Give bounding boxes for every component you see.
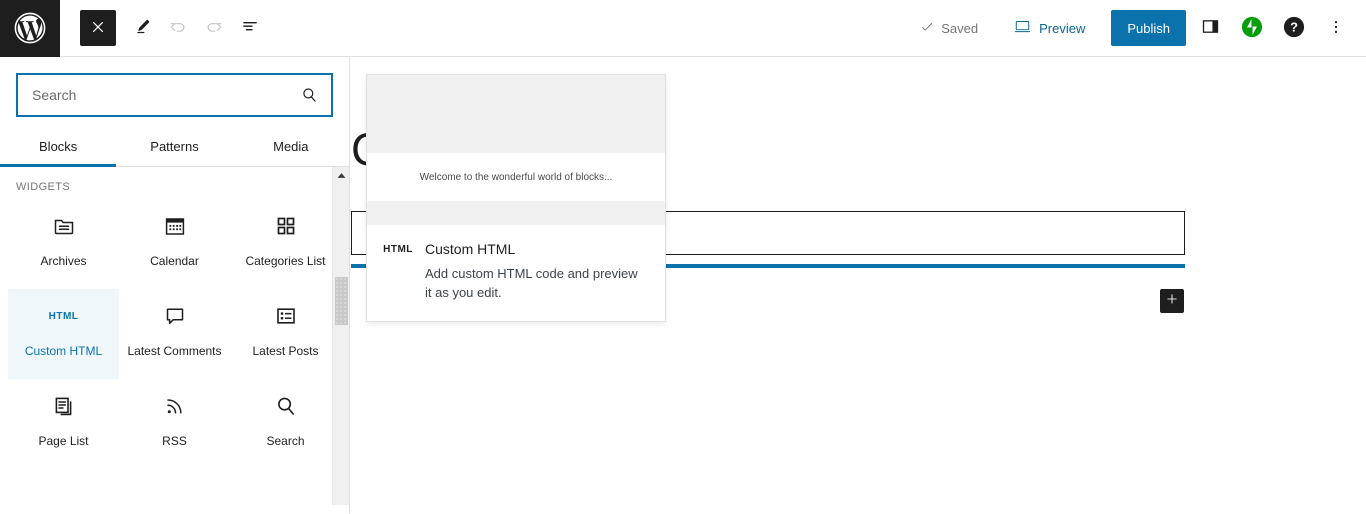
list-view-button[interactable] [232, 10, 268, 46]
block-item-categories-list[interactable]: Categories List [230, 199, 341, 289]
saved-label: Saved [941, 20, 979, 36]
preview-band-top [367, 75, 665, 153]
preview-content-row: Welcome to the wonderful world of blocks… [367, 153, 665, 201]
preview-info: HTML Custom HTML Add custom HTML code an… [367, 225, 665, 303]
editor-header: Saved Preview Publish ? [0, 0, 1366, 57]
html-text-icon: HTML [383, 244, 413, 255]
preview-text-group: Custom HTML Add custom HTML code and pre… [425, 241, 647, 303]
tab-patterns[interactable]: Patterns [116, 129, 232, 166]
block-item-page-list[interactable]: Page List [8, 379, 119, 469]
block-item-latest-comments[interactable]: Latest Comments [119, 289, 230, 379]
block-item-calendar[interactable]: Calendar [119, 199, 230, 289]
help-question-icon: ? [1283, 16, 1305, 41]
block-item-latest-posts[interactable]: Latest Posts [230, 289, 341, 379]
tab-media[interactable]: Media [233, 129, 349, 166]
add-block-button[interactable] [1160, 289, 1184, 313]
svg-text:?: ? [1290, 19, 1298, 34]
close-x-icon [90, 19, 106, 38]
preview-sample-text: Welcome to the wonderful world of blocks… [419, 171, 613, 183]
block-item-label: Search [266, 434, 305, 448]
block-item-search[interactable]: Search [230, 379, 341, 469]
undo-arrow-icon [168, 17, 188, 40]
block-item-custom-html[interactable]: HTML Custom HTML [8, 289, 119, 379]
block-inserter-panel: Blocks Patterns Media WIDGETS Archives [0, 57, 350, 514]
close-button[interactable] [80, 10, 116, 46]
block-item-label: Page List [38, 434, 89, 448]
preview-band-bottom [367, 201, 665, 225]
block-item-label: RSS [162, 434, 187, 448]
more-options-button[interactable] [1318, 10, 1354, 46]
redo-button[interactable] [196, 10, 232, 46]
rss-feed-icon [163, 393, 187, 419]
more-vertical-dots-icon [1327, 18, 1345, 39]
list-view-icon [240, 17, 260, 40]
jetpack-button[interactable] [1234, 10, 1270, 46]
pencil-edit-icon [133, 17, 152, 39]
publish-button[interactable]: Publish [1111, 10, 1186, 46]
undo-button[interactable] [160, 10, 196, 46]
block-item-label: Categories List [245, 254, 326, 268]
scroll-up-arrow-icon[interactable] [333, 167, 349, 184]
inserter-scrollbar[interactable] [332, 167, 349, 505]
block-item-label: Calendar [150, 254, 199, 268]
block-item-label: Archives [40, 254, 87, 268]
search-magnifier-icon [274, 393, 298, 419]
edit-mode-button[interactable] [124, 10, 160, 46]
desktop-monitor-icon [1014, 18, 1031, 38]
preview-description: Add custom HTML code and preview it as y… [425, 266, 638, 300]
block-item-label: Custom HTML [24, 344, 103, 358]
block-item-label: Latest Comments [127, 344, 222, 358]
calendar-icon [163, 213, 187, 239]
wordpress-logo-icon [13, 11, 47, 45]
preview-title: Custom HTML [425, 241, 516, 257]
archive-folder-icon [52, 213, 76, 239]
list-box-icon [274, 303, 298, 329]
block-item-rss[interactable]: RSS [119, 379, 230, 469]
scrollbar-thumb[interactable] [335, 277, 348, 325]
preview-button[interactable]: Preview [1002, 10, 1099, 46]
plus-add-block-icon [1165, 292, 1179, 311]
html-text-icon: HTML [48, 310, 79, 322]
category-heading-widgets: WIDGETS [16, 181, 71, 193]
block-item-label: Latest Posts [252, 344, 319, 358]
sidebar-panel-icon [1200, 16, 1221, 40]
grid-squares-icon [274, 213, 298, 239]
help-button[interactable]: ? [1276, 10, 1312, 46]
search-box[interactable] [16, 73, 333, 117]
checkmark-icon [920, 20, 934, 37]
block-grid: Archives Calendar Categories List HTML C… [0, 199, 349, 469]
comment-bubble-icon [163, 303, 187, 329]
wordpress-logo-button[interactable] [0, 0, 60, 57]
block-preview-popover: Welcome to the wonderful world of blocks… [366, 74, 666, 322]
settings-sidebar-button[interactable] [1192, 10, 1228, 46]
block-item-archives[interactable]: Archives [8, 199, 119, 289]
header-left-toolbar [60, 10, 268, 46]
header-right-toolbar: Saved Preview Publish ? [908, 10, 1366, 46]
search-input[interactable] [18, 75, 331, 115]
saved-status[interactable]: Saved [908, 10, 990, 46]
redo-arrow-icon [204, 17, 224, 40]
jetpack-bolt-icon [1241, 16, 1263, 41]
pages-stack-icon [52, 393, 76, 419]
tab-blocks[interactable]: Blocks [0, 129, 117, 167]
preview-label: Preview [1039, 20, 1086, 36]
blocks-scroll-area: WIDGETS Archives Calendar Categories Lis… [0, 167, 349, 505]
search-section [0, 57, 349, 117]
inserter-tabs: Blocks Patterns Media [0, 129, 349, 167]
